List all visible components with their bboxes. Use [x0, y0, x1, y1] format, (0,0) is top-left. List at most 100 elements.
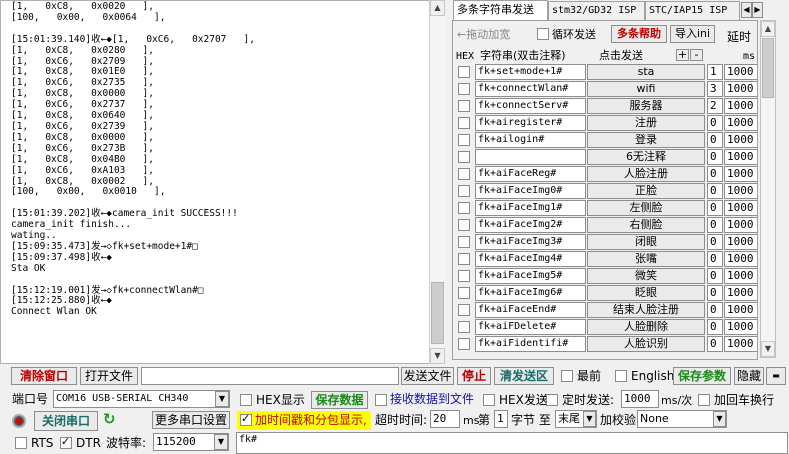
hex-send-checkbox[interactable]: [483, 394, 495, 406]
row-command-input[interactable]: [475, 149, 586, 165]
topmost-checkbox[interactable]: [561, 370, 573, 382]
nth-byte-input[interactable]: 1: [494, 410, 508, 428]
loop-send-checkbox[interactable]: [537, 28, 549, 40]
row-order-input[interactable]: 0: [707, 302, 723, 318]
row-send-button[interactable]: 人脸注册: [587, 166, 705, 182]
checksum-dropdown-icon[interactable]: ▼: [713, 411, 726, 427]
row-hex-checkbox[interactable]: [458, 338, 470, 350]
row-delay-input[interactable]: 1000: [724, 166, 757, 182]
row-send-button[interactable]: 正脸: [587, 183, 705, 199]
refresh-icon[interactable]: ↻: [103, 412, 116, 427]
row-order-input[interactable]: 0: [707, 251, 723, 267]
row-delay-input[interactable]: 1000: [724, 268, 757, 284]
row-delay-input[interactable]: 1000: [724, 336, 757, 352]
send-file-button[interactable]: 发送文件: [401, 367, 454, 385]
row-send-button[interactable]: 人脸删除: [587, 319, 705, 335]
row-hex-checkbox[interactable]: [458, 236, 470, 248]
row-hex-checkbox[interactable]: [458, 304, 470, 316]
tab-left-icon[interactable]: ◀: [741, 2, 752, 18]
row-send-button[interactable]: 右侧脸: [587, 217, 705, 233]
row-command-input[interactable]: fk+aiFaceImg5#: [475, 268, 586, 284]
row-delay-input[interactable]: 1000: [724, 200, 757, 216]
open-file-button[interactable]: 打开文件: [80, 367, 138, 385]
row-hex-checkbox[interactable]: [458, 321, 470, 333]
multi-help-button[interactable]: 多条帮助: [611, 25, 667, 43]
row-delay-input[interactable]: 1000: [724, 234, 757, 250]
row-command-input[interactable]: fk+aiFDelete#: [475, 319, 586, 335]
row-command-input[interactable]: fk+ailogin#: [475, 132, 586, 148]
row-order-input[interactable]: 0: [707, 336, 723, 352]
row-order-input[interactable]: 0: [707, 183, 723, 199]
row-command-input[interactable]: fk+connectServ#: [475, 98, 586, 114]
row-hex-checkbox[interactable]: [458, 83, 470, 95]
row-order-input[interactable]: 0: [707, 217, 723, 233]
rts-checkbox[interactable]: [15, 437, 27, 449]
timestamp-checkbox[interactable]: [240, 412, 252, 426]
row-send-button[interactable]: 注册: [587, 115, 705, 131]
baud-dropdown-icon[interactable]: ▼: [214, 434, 228, 450]
row-command-input[interactable]: fk+aiFaceImg4#: [475, 251, 586, 267]
row-hex-checkbox[interactable]: [458, 151, 470, 163]
multi-scroll-down-icon[interactable]: ▼: [761, 341, 775, 357]
multi-scroll-up-icon[interactable]: ▲: [761, 21, 775, 37]
row-send-button[interactable]: 微笑: [587, 268, 705, 284]
row-order-input[interactable]: 0: [707, 234, 723, 250]
timeout-input[interactable]: 20: [430, 410, 460, 428]
row-delay-input[interactable]: 1000: [724, 64, 757, 80]
tab-right-icon[interactable]: ▶: [752, 2, 763, 18]
row-command-input[interactable]: fk+airegister#: [475, 115, 586, 131]
row-hex-checkbox[interactable]: [458, 253, 470, 265]
scroll-down-icon[interactable]: ▼: [430, 348, 445, 364]
row-send-button[interactable]: 登录: [587, 132, 705, 148]
row-send-button[interactable]: 眨眼: [587, 285, 705, 301]
row-hex-checkbox[interactable]: [458, 100, 470, 112]
row-command-input[interactable]: fk+aiFaceImg3#: [475, 234, 586, 250]
row-order-input[interactable]: 0: [707, 200, 723, 216]
multi-scroll-thumb[interactable]: [762, 38, 774, 98]
clear-window-button[interactable]: 清除窗口: [11, 367, 77, 385]
english-checkbox[interactable]: [615, 370, 627, 382]
row-delay-input[interactable]: 1000: [724, 115, 757, 131]
row-order-input[interactable]: 0: [707, 115, 723, 131]
expand-icon[interactable]: ▬: [766, 367, 786, 385]
row-delay-input[interactable]: 1000: [724, 183, 757, 199]
row-send-button[interactable]: 结束人脸注册: [587, 302, 705, 318]
row-delay-input[interactable]: 1000: [724, 149, 757, 165]
row-hex-checkbox[interactable]: [458, 134, 470, 146]
row-delay-input[interactable]: 1000: [724, 319, 757, 335]
row-send-button[interactable]: sta: [587, 64, 705, 80]
row-command-input[interactable]: fk+aiFaceImg1#: [475, 200, 586, 216]
row-delay-input[interactable]: 1000: [724, 132, 757, 148]
row-hex-checkbox[interactable]: [458, 185, 470, 197]
row-command-input[interactable]: fk+aiFaceReg#: [475, 166, 586, 182]
file-path-input[interactable]: [141, 367, 399, 385]
send-textarea[interactable]: fk#: [236, 432, 788, 454]
scroll-up-icon[interactable]: ▲: [430, 0, 445, 16]
stop-button[interactable]: 停止: [457, 367, 491, 385]
receive-window[interactable]: [1, 0xC8, 0x0020 ], [100, 0x00, 0x0064 ]…: [0, 0, 430, 364]
row-hex-checkbox[interactable]: [458, 117, 470, 129]
scroll-thumb[interactable]: [431, 282, 444, 344]
end-dropdown-icon[interactable]: ▼: [583, 411, 596, 427]
more-port-settings-button[interactable]: 更多串口设置: [152, 411, 230, 429]
row-command-input[interactable]: fk+aiFaceImg2#: [475, 217, 586, 233]
row-command-input[interactable]: fk+aiFaceEnd#: [475, 302, 586, 318]
row-hex-checkbox[interactable]: [458, 219, 470, 231]
dtr-checkbox[interactable]: [60, 435, 72, 449]
row-send-button[interactable]: 左侧脸: [587, 200, 705, 216]
add-crlf-checkbox[interactable]: [698, 394, 710, 406]
row-hex-checkbox[interactable]: [458, 66, 470, 78]
drag-widen-label[interactable]: ←拖动加宽: [457, 28, 510, 41]
row-command-input[interactable]: fk+connectWlan#: [475, 81, 586, 97]
row-delay-input[interactable]: 1000: [724, 98, 757, 114]
recv-to-file-checkbox[interactable]: [375, 394, 387, 406]
row-hex-checkbox[interactable]: [458, 168, 470, 180]
row-delay-input[interactable]: 1000: [724, 217, 757, 233]
row-send-button[interactable]: 闭眼: [587, 234, 705, 250]
row-delay-input[interactable]: 1000: [724, 302, 757, 318]
row-order-input[interactable]: 0: [707, 285, 723, 301]
close-port-button[interactable]: 关闭串口: [34, 411, 98, 431]
tab-stc-isp[interactable]: STC/IAP15 ISP: [645, 1, 740, 20]
remove-row-button[interactable]: -: [690, 49, 703, 61]
row-order-input[interactable]: 0: [707, 319, 723, 335]
